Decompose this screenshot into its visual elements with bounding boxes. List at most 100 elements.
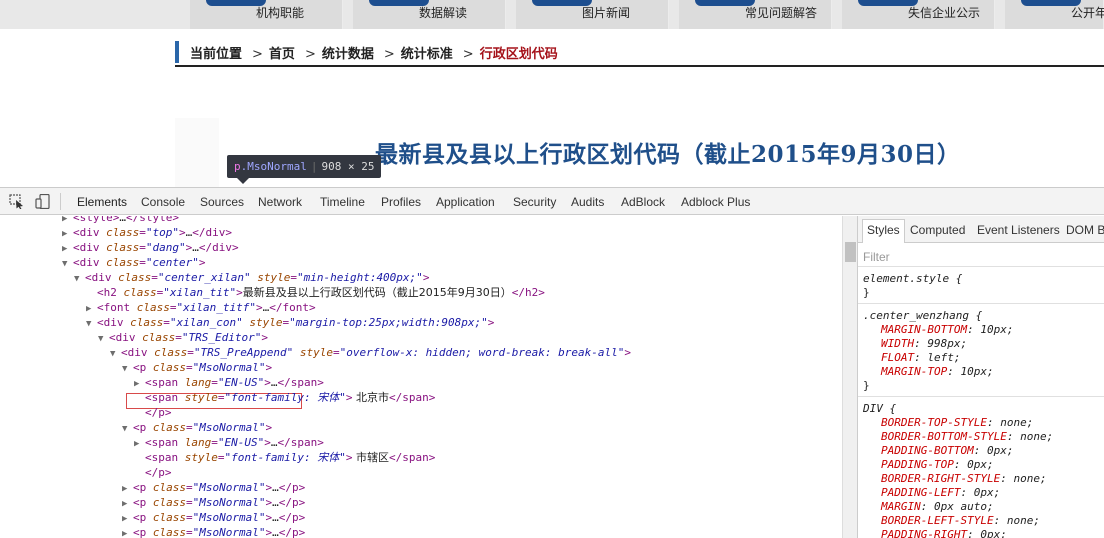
dom-token-tag: <span (145, 391, 185, 404)
expanded-triangle-icon[interactable]: ▼ (110, 347, 121, 362)
dom-token-attr: class (152, 361, 186, 374)
dom-node-line[interactable]: ▶ <div class="top">…</div> (62, 225, 232, 240)
breadcrumb-link-statistics[interactable]: 统计数据 (322, 47, 374, 62)
tab-adblock-plus[interactable]: Adblock Plus (681, 195, 750, 209)
css-declaration[interactable]: MARGIN: 0px auto; (881, 500, 994, 514)
css-declaration[interactable]: PADDING-TOP: 0px; (881, 458, 994, 472)
dom-node-line[interactable]: <span style="font-family: 宋体"> 北京市</span… (134, 390, 435, 405)
dom-node-line[interactable]: </p> (134, 405, 172, 420)
css-selector[interactable]: element.style { (863, 272, 962, 286)
tab-profiles[interactable]: Profiles (381, 195, 421, 209)
tab-adblock[interactable]: AdBlock (621, 195, 665, 209)
dom-node-line[interactable]: ▼ <p class="MsoNormal"> (122, 420, 272, 435)
dom-token-tag: = (217, 451, 225, 464)
dom-node-line[interactable]: </p> (134, 465, 172, 480)
dom-node-line[interactable]: ▶ <span lang="EN-US">…</span> (134, 375, 324, 390)
nav-item-photo-news[interactable]: 图片新闻 (516, 0, 669, 29)
tab-elements[interactable]: Elements (77, 195, 127, 209)
tab-console[interactable]: Console (141, 195, 185, 209)
dom-token-tag: = (186, 361, 193, 374)
content-left-strip (175, 118, 219, 187)
tab-network[interactable]: Network (258, 195, 302, 209)
dom-token-val: "xilan_tit" (163, 286, 237, 299)
css-declaration[interactable]: PADDING-RIGHT: 0px; (881, 528, 1007, 538)
css-declaration[interactable]: PADDING-LEFT: 0px; (881, 486, 1000, 500)
tab-application[interactable]: Application (436, 195, 495, 209)
tab-dom-breakpoints[interactable]: DOM B (1066, 223, 1104, 237)
styles-filter-input[interactable]: Filter (863, 250, 890, 264)
tab-event-listeners[interactable]: Event Listeners (977, 223, 1060, 237)
css-declaration[interactable]: PADDING-BOTTOM: 0px; (881, 444, 1013, 458)
tab-timeline[interactable]: Timeline (320, 195, 365, 209)
tab-sources[interactable]: Sources (200, 195, 244, 209)
css-selector[interactable]: .center_wenzhang { (863, 309, 982, 323)
dom-node-line[interactable]: ▶ <div class="dang">…</div> (62, 240, 239, 255)
tab-audits[interactable]: Audits (571, 195, 604, 209)
nav-item-faq[interactable]: 常见问题解答 (679, 0, 832, 29)
css-declaration[interactable]: FLOAT: left; (881, 351, 960, 365)
breadcrumb-link-standards[interactable]: 统计标准 (401, 47, 453, 62)
dom-node-line[interactable]: ▶ <p class="MsoNormal">…</p> (122, 510, 305, 525)
scrollbar-thumb[interactable] (845, 242, 856, 262)
dom-token-tag: > (265, 421, 273, 434)
dom-node-line[interactable]: ▶ <font class="xilan_titf">…</font> (86, 300, 316, 315)
expanded-triangle-icon[interactable]: ▼ (122, 362, 133, 377)
nav-item-data-interpretation[interactable]: 数据解读 (353, 0, 506, 29)
dom-token-val: "MsoNormal" (192, 526, 266, 538)
dom-node-line[interactable]: <span style="font-family: 宋体"> 市辖区</span… (134, 450, 435, 465)
pane-scrollbar[interactable] (842, 216, 858, 538)
dom-token-val: "TRS_Editor" (181, 331, 262, 344)
breadcrumb-current[interactable]: 行政区划代码 (480, 47, 558, 62)
dom-token-tag: </span> (388, 451, 436, 464)
nav-label: 常见问题解答 (745, 6, 818, 20)
dom-node-line[interactable]: ▶ <p class="MsoNormal">…</p> (122, 525, 305, 538)
dom-node-line[interactable]: ▼ <div class="center"> (62, 255, 205, 270)
dom-node-line[interactable]: ▼ <p class="MsoNormal"> (122, 360, 272, 375)
css-rule-close: } (863, 379, 870, 392)
tab-security[interactable]: Security (513, 195, 556, 209)
css-declaration[interactable]: MARGIN-TOP: 10px; (881, 365, 994, 379)
expanded-triangle-icon[interactable]: ▼ (122, 422, 133, 437)
expanded-triangle-icon[interactable]: ▼ (74, 272, 85, 287)
nav-item-annual-report[interactable]: 公开年 (1005, 0, 1104, 29)
dom-node-line[interactable]: <h2 class="xilan_tit">最新县及县以上行政区划代码（截止20… (86, 285, 545, 300)
css-declaration[interactable]: BORDER-TOP-STYLE: none; (881, 416, 1033, 430)
elements-dom-tree[interactable]: ▶ <style>…</style> ▶ <div class="top">…</di… (0, 216, 842, 538)
dom-node-line[interactable]: ▶ <p class="MsoNormal">…</p> (122, 495, 305, 510)
dom-token-attr: class (152, 511, 186, 524)
dom-node-line[interactable]: ▼ <div class="TRS_Editor"> (98, 330, 268, 345)
dom-token-ell: … (272, 511, 279, 524)
dom-node-line[interactable]: ▶ <style>…</style> (62, 216, 179, 225)
tab-computed[interactable]: Computed (910, 223, 965, 237)
nav-item-dishonest-firms[interactable]: 失信企业公示 (842, 0, 995, 29)
dom-node-line[interactable]: ▶ <span lang="EN-US">…</span> (134, 435, 324, 450)
dom-token-tag: = (169, 301, 177, 314)
css-declaration[interactable]: BORDER-RIGHT-STYLE: none; (881, 472, 1047, 486)
dom-token-tag: <span (145, 436, 185, 449)
nav-item-functions[interactable]: 机构职能 (190, 0, 343, 29)
css-selector[interactable]: DIV { (863, 402, 896, 416)
inspect-element-icon[interactable] (9, 194, 25, 209)
dom-token-tag: <span (145, 451, 185, 464)
dom-node-line[interactable]: ▶ <p class="MsoNormal">…</p> (122, 480, 305, 495)
css-declaration[interactable]: BORDER-LEFT-STYLE: none; (881, 514, 1040, 528)
dom-token-tag: </style> (125, 216, 179, 224)
expanded-triangle-icon[interactable]: ▼ (62, 257, 73, 272)
dom-token-txt: 市辖区 (352, 451, 389, 464)
css-declaration[interactable]: MARGIN-BOTTOM: 10px; (881, 323, 1013, 337)
collapsed-triangle-icon[interactable]: ▶ (122, 527, 133, 538)
expanded-triangle-icon[interactable]: ▼ (86, 317, 97, 332)
dom-token-txt: 北京市 (352, 391, 389, 404)
breadcrumb-link-home[interactable]: 首页 (269, 47, 295, 62)
tab-styles[interactable]: Styles (862, 219, 905, 243)
device-mode-icon[interactable] (35, 193, 51, 210)
dom-node-line[interactable]: ▼ <div class="TRS_PreAppend" style="overf… (110, 345, 631, 360)
dom-node-line[interactable]: ▼ <div class="xilan_con" style="margin-to… (86, 315, 494, 330)
dom-token-val: "EN-US" (217, 436, 265, 449)
css-declaration[interactable]: BORDER-BOTTOM-STYLE: none; (881, 430, 1053, 444)
dom-token-val: "MsoNormal" (192, 421, 266, 434)
dom-node-line[interactable]: ▼ <div class="center_xilan" style="min-he… (74, 270, 429, 285)
css-declaration[interactable]: WIDTH: 998px; (881, 337, 967, 351)
expanded-triangle-icon[interactable]: ▼ (98, 332, 109, 347)
breadcrumb-accent-bar (175, 41, 179, 63)
